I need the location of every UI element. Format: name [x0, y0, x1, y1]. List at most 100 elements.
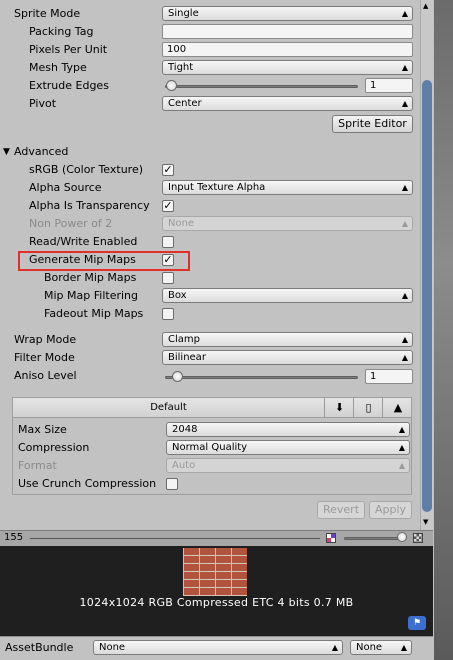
highlight-box [18, 251, 190, 271]
wrap-mode-dropdown[interactable]: Clamp ▲︎ [162, 332, 413, 347]
wrap-mode-value: Clamp [168, 334, 200, 345]
alpha-source-label: Alpha Source [29, 181, 102, 194]
dropdown-arrow-icon: ▲︎ [400, 643, 407, 652]
scroll-up-icon[interactable]: ▲ [423, 2, 428, 10]
border-mip-checkbox[interactable] [162, 272, 174, 284]
triangle-down-icon: ▼ [3, 147, 10, 157]
compression-dropdown[interactable]: Normal Quality ▲︎ [166, 440, 410, 455]
revert-button[interactable]: Revert [317, 501, 365, 519]
dropdown-arrow-icon: ▲︎ [331, 643, 338, 652]
mesh-type-dropdown[interactable]: Tight ▲︎ [162, 60, 413, 75]
platform-settings-panel: Default ⬇ ▯ ▲ Max Size 2048 ▲︎ Compressi… [12, 397, 412, 495]
aniso-input[interactable]: 1 [365, 369, 413, 384]
read-write-checkbox[interactable] [162, 236, 174, 248]
fadeout-checkbox[interactable] [162, 308, 174, 320]
dropdown-arrow-icon: ▲︎ [401, 9, 408, 18]
filter-mode-dropdown[interactable]: Bilinear ▲︎ [162, 350, 413, 365]
format-dropdown: Auto ▲︎ [166, 458, 410, 473]
assetbundle-label: AssetBundle [5, 641, 74, 654]
extrude-edges-slider-knob[interactable] [166, 80, 177, 91]
alpha-channel-icon[interactable] [413, 533, 423, 543]
compression-value: Normal Quality [172, 442, 248, 453]
max-size-dropdown[interactable]: 2048 ▲︎ [166, 422, 410, 437]
format-value: Auto [172, 460, 196, 471]
format-label: Format [18, 459, 57, 472]
alpha-source-dropdown[interactable]: Input Texture Alpha ▲︎ [162, 180, 413, 195]
non-power-value: None [168, 218, 195, 229]
alpha-transparency-checkbox[interactable]: ✓ [162, 200, 174, 212]
preview-zoom-value: 155 [4, 532, 24, 543]
mip-filter-dropdown[interactable]: Box ▲︎ [162, 288, 413, 303]
compression-label: Compression [18, 441, 90, 454]
brick-texture-image [183, 548, 247, 596]
fadeout-label: Fadeout Mip Maps [44, 307, 144, 320]
dropdown-arrow-icon: ▲︎ [398, 461, 405, 470]
preview-scrubber-line[interactable] [30, 538, 320, 539]
max-size-value: 2048 [172, 424, 198, 435]
texture-import-inspector: Sprite Mode Single ▲︎ Packing Tag Pixels… [0, 0, 420, 530]
aniso-slider-knob[interactable] [172, 371, 183, 382]
pivot-label: Pivot [29, 97, 57, 110]
mip-filter-value: Box [168, 290, 187, 301]
sprite-mode-value: Single [168, 8, 199, 19]
assetbundle-name-dropdown[interactable]: None ▲︎ [93, 640, 343, 655]
sprite-mode-dropdown[interactable]: Single ▲︎ [162, 6, 413, 21]
pixels-per-unit-input[interactable]: 100 [162, 42, 413, 57]
filter-mode-label: Filter Mode [14, 351, 75, 364]
assetbundle-variant-dropdown[interactable]: None ▲︎ [350, 640, 412, 655]
dropdown-arrow-icon: ▲︎ [401, 219, 408, 228]
mip-preview-slider[interactable] [344, 537, 404, 540]
dropdown-arrow-icon: ▲︎ [398, 425, 405, 434]
tab-default[interactable]: Default [13, 398, 325, 418]
extrude-edges-input[interactable]: 1 [365, 78, 413, 93]
pivot-value: Center [168, 98, 202, 109]
texture-preview: 1024x1024 RGB Compressed ETC 4 bits 0.7 … [0, 546, 433, 636]
max-size-label: Max Size [18, 423, 67, 436]
rgb-channel-icon[interactable] [326, 533, 336, 543]
crunch-checkbox[interactable] [166, 478, 178, 490]
dropdown-arrow-icon: ▲︎ [401, 335, 408, 344]
crunch-label: Use Crunch Compression [18, 477, 157, 490]
packing-tag-label: Packing Tag [29, 25, 94, 38]
dropdown-arrow-icon: ▲︎ [398, 443, 405, 452]
read-write-label: Read/Write Enabled [29, 235, 138, 248]
mip-preview-knob[interactable] [397, 532, 407, 542]
dropdown-arrow-icon: ▲︎ [401, 99, 408, 108]
sprite-editor-button[interactable]: Sprite Editor [332, 115, 413, 133]
alpha-transparency-label: Alpha Is Transparency [29, 199, 150, 212]
assetbundle-variant-value: None [356, 642, 383, 653]
aniso-slider-track[interactable] [165, 376, 358, 379]
mesh-type-value: Tight [168, 62, 194, 73]
assetbundle-bar: AssetBundle None ▲︎ None ▲︎ [0, 636, 433, 660]
srgb-checkbox[interactable]: ✓ [162, 164, 174, 176]
android-icon[interactable]: ▲ [384, 398, 412, 418]
packing-tag-input[interactable] [162, 24, 413, 39]
assetbundle-name-value: None [99, 642, 126, 653]
sprite-mode-label: Sprite Mode [14, 7, 81, 20]
scrollbar-thumb[interactable] [422, 80, 432, 512]
tag-icon[interactable]: ⚑ [408, 616, 426, 630]
dropdown-arrow-icon: ▲︎ [401, 291, 408, 300]
pixels-per-unit-label: Pixels Per Unit [29, 43, 108, 56]
inspector-scrollbar[interactable]: ▲ ▼ [420, 0, 433, 530]
dropdown-arrow-icon: ▲︎ [401, 63, 408, 72]
border-mip-label: Border Mip Maps [44, 271, 137, 284]
srgb-label: sRGB (Color Texture) [29, 163, 144, 176]
dropdown-arrow-icon: ▲︎ [401, 183, 408, 192]
aniso-label: Aniso Level [14, 369, 77, 382]
mesh-type-label: Mesh Type [29, 61, 87, 74]
platform-tabs: Default ⬇ ▯ ▲ [13, 398, 411, 418]
alpha-source-value: Input Texture Alpha [168, 182, 266, 193]
extrude-edges-slider-track[interactable] [165, 85, 358, 88]
checkmark-icon: ✓ [163, 163, 173, 176]
phone-icon[interactable]: ▯ [355, 398, 383, 418]
checkmark-icon: ✓ [163, 199, 173, 212]
extrude-edges-label: Extrude Edges [29, 79, 109, 92]
scroll-down-icon[interactable]: ▼ [423, 518, 428, 526]
preview-toolbar: 155 [0, 530, 433, 546]
download-icon[interactable]: ⬇ [326, 398, 354, 418]
apply-button[interactable]: Apply [369, 501, 412, 519]
advanced-header: Advanced [14, 145, 69, 158]
pivot-dropdown[interactable]: Center ▲︎ [162, 96, 413, 111]
wrap-mode-label: Wrap Mode [14, 333, 77, 346]
